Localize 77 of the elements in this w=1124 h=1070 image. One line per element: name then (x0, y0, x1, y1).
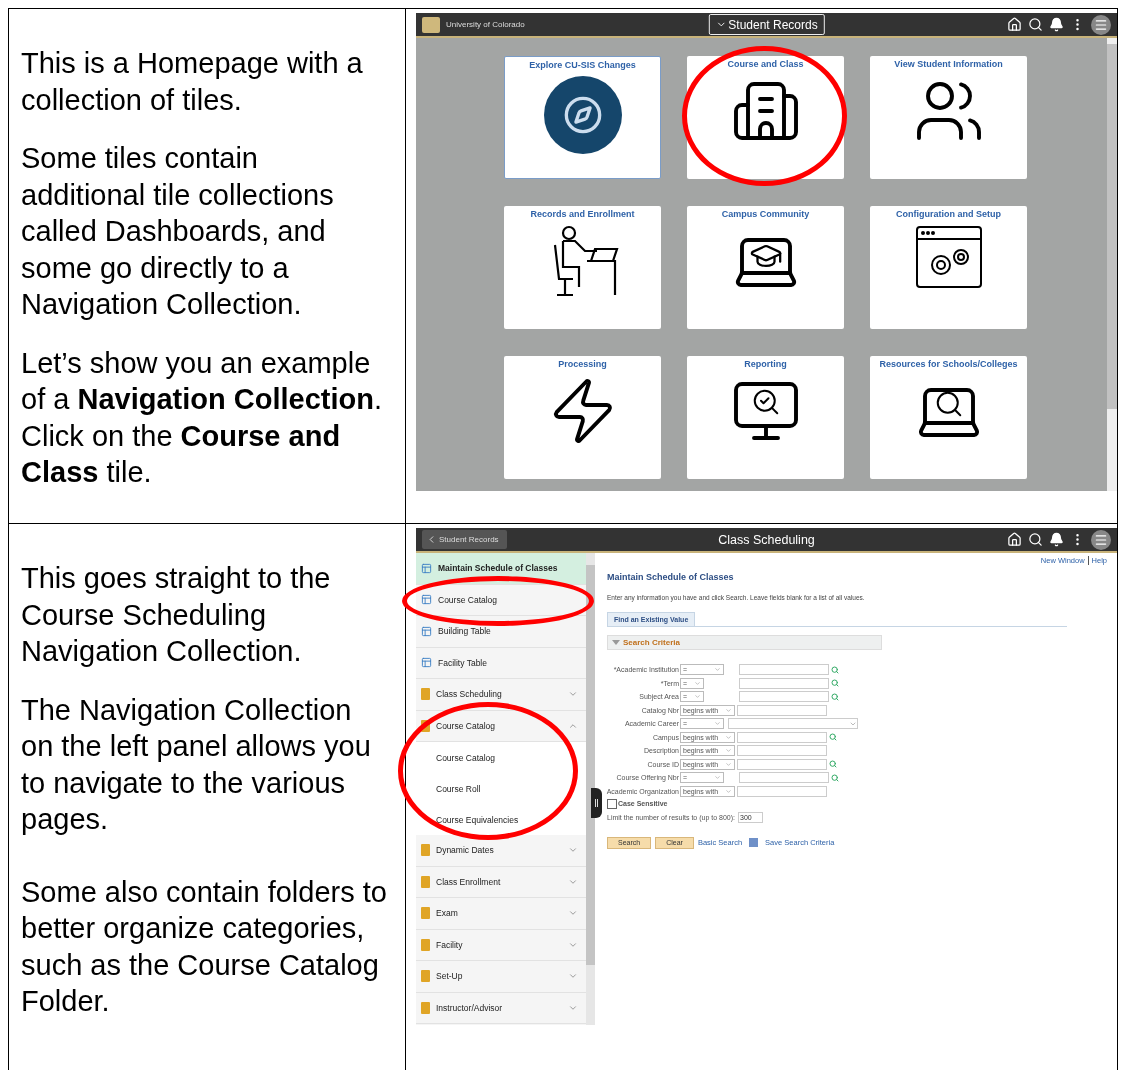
lookup-icon[interactable] (829, 760, 837, 768)
homepage-tile[interactable]: Processing (504, 356, 661, 479)
page-icon (421, 562, 432, 574)
homepage-tile[interactable]: Campus Community (687, 206, 844, 329)
chevron-down-icon (714, 666, 721, 673)
folder-icon (421, 875, 430, 888)
instruction-paragraph: This is a Homepage with a collection of tiles. (21, 46, 364, 118)
lookup-icon[interactable] (831, 665, 839, 674)
folder-label: Set-Up (436, 971, 463, 982)
folder-icon (421, 688, 430, 701)
select-field[interactable] (728, 718, 858, 729)
lookup-icon[interactable] (831, 773, 839, 782)
nav-label: Maintain Schedule of Classes (438, 563, 558, 574)
folder-label: Class Enrollment (436, 876, 501, 887)
nav-label: Building Table (438, 626, 491, 637)
nav-label: Facility Table (438, 657, 487, 668)
folder-label: Course Catalog (436, 720, 496, 731)
menu-icon[interactable] (1091, 529, 1111, 550)
lookup-icon[interactable] (829, 733, 837, 741)
folder-label: Instructor/Advisor (436, 1002, 503, 1013)
folder-label: Class Scheduling (436, 689, 502, 700)
input-field[interactable] (737, 704, 827, 716)
page-icon (421, 657, 432, 669)
folder-icon (421, 1001, 430, 1014)
homepage-tile[interactable]: Resources for Schools/Colleges (870, 356, 1027, 479)
instruction-paragraph: Let’s show you an example of a Navigation Collection. Click on the Course and Class tile. (21, 345, 383, 490)
search-icon[interactable] (1028, 532, 1043, 547)
folder-icon (421, 907, 430, 920)
input-field[interactable] (739, 677, 829, 689)
checkbox[interactable] (607, 798, 617, 809)
folder-icon (421, 719, 430, 732)
dashboard-dropdown[interactable]: Student Records (708, 14, 825, 35)
homepage-tile[interactable]: View Student Information (870, 56, 1027, 179)
folder-label: Dynamic Dates (436, 845, 494, 856)
lookup-icon[interactable] (831, 679, 839, 687)
instruction-paragraph: This goes straight to the Course Scheduling Navigation Collection. (21, 561, 332, 669)
input-field[interactable] (737, 745, 827, 756)
page-title: Class Scheduling (718, 532, 815, 547)
folder-label: Facility (436, 939, 463, 950)
homepage-tile[interactable]: Explore CU-SIS Changes (504, 56, 661, 179)
input-field[interactable] (737, 758, 827, 770)
nav-subitem[interactable]: Course Equivalencies (416, 804, 586, 835)
page-icon (421, 594, 432, 606)
folder-icon (421, 938, 430, 951)
menu-icon[interactable] (1091, 14, 1111, 35)
folder-icon (421, 970, 430, 983)
homepage-tile[interactable]: Configuration and Setup (870, 206, 1027, 329)
back-button[interactable]: Student Records (422, 530, 507, 549)
instruction-paragraph: Some also contain folders to better organize categories, such as the Course Catalog Folder. (21, 874, 388, 1019)
input-field[interactable] (739, 664, 829, 675)
content-title: Maintain Schedule of Classes (607, 572, 735, 582)
folder-icon (421, 844, 430, 857)
folder-label: Exam (436, 908, 458, 919)
instruction-paragraph: The Navigation Collection on the left panel allows you to navigate to the various pages. (21, 692, 372, 837)
home-icon[interactable] (1007, 17, 1022, 32)
collapse-handle[interactable] (591, 788, 602, 818)
input-field[interactable] (739, 691, 829, 702)
bell-icon[interactable] (1049, 17, 1064, 32)
nav-item[interactable]: Maintain Schedule of Classes (416, 553, 586, 585)
nav-subitem[interactable]: Course Roll (416, 773, 586, 804)
search-icon[interactable] (1028, 17, 1043, 32)
logo-icon (422, 16, 440, 33)
bell-icon[interactable] (1049, 532, 1064, 547)
nav-label: Course Catalog (438, 594, 498, 605)
homepage-tile[interactable]: Reporting (687, 356, 844, 479)
homepage-tile[interactable]: Records and Enrollment (504, 206, 661, 329)
input-field[interactable] (737, 731, 827, 743)
input-field[interactable] (737, 785, 827, 797)
instruction-paragraph: Some tiles contain additional tile collections called Dashboards, and some go directly to a Navigation Collection. (21, 141, 335, 322)
input-field[interactable] (739, 772, 829, 783)
home-icon[interactable] (1007, 532, 1022, 547)
lookup-icon[interactable] (831, 692, 839, 701)
page-icon (421, 625, 432, 637)
brand-name: University of Colorado (446, 20, 525, 29)
homepage-tile[interactable]: Course and Class (687, 56, 844, 179)
nav-subitem[interactable]: Course Catalog (416, 742, 586, 773)
save-icon (749, 838, 759, 847)
